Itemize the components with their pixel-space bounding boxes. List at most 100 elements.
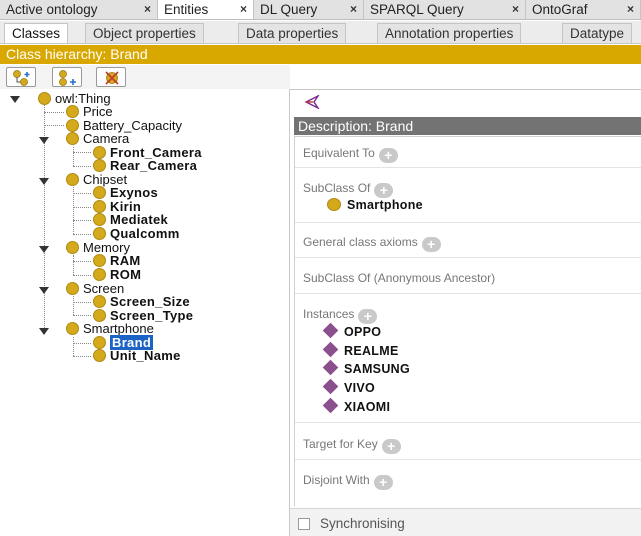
section-divider	[295, 422, 641, 423]
tree-connector	[73, 302, 91, 303]
tree-connector	[73, 315, 91, 316]
tab-active-ontology[interactable]: Active ontology ×	[0, 0, 158, 19]
close-icon[interactable]: ×	[240, 0, 247, 19]
individual-icon	[322, 397, 339, 414]
subtab-data-properties[interactable]: Data properties	[238, 23, 347, 43]
tree-connector	[73, 343, 91, 344]
section-divider	[295, 293, 641, 294]
delete-class-icon	[105, 71, 119, 85]
close-icon[interactable]: ×	[627, 0, 634, 19]
expand-toggle-icon[interactable]	[39, 328, 49, 335]
instance-realme[interactable]: REALME	[322, 341, 399, 358]
close-icon[interactable]: ×	[144, 0, 151, 19]
class-icon	[93, 227, 106, 240]
instances-section: Instances +	[303, 307, 378, 324]
tree-node-mediatek[interactable]: Mediatek	[93, 213, 168, 227]
synchronising-label: Synchronising	[320, 516, 405, 531]
tree-connector	[44, 112, 64, 113]
class-hierarchy-header: Class hierarchy: Brand	[0, 45, 641, 64]
tab-ontograf[interactable]: OntoGraf ×	[526, 0, 641, 19]
add-disjoint-button[interactable]: +	[373, 475, 393, 490]
subtab-annotation-properties[interactable]: Annotation properties	[377, 23, 522, 43]
class-icon	[38, 92, 51, 105]
class-icon	[66, 132, 79, 145]
add-key-button[interactable]: +	[381, 439, 401, 454]
expand-toggle-icon[interactable]	[39, 178, 49, 185]
expand-toggle-icon[interactable]	[39, 287, 49, 294]
close-icon[interactable]: ×	[512, 0, 519, 19]
class-icon	[93, 159, 106, 172]
add-instance-button[interactable]: +	[358, 309, 378, 324]
add-equivalent-button[interactable]: +	[378, 148, 398, 163]
individual-icon	[322, 359, 339, 376]
tree-connector	[73, 193, 91, 194]
equivalent-to-section: Equivalent To +	[303, 146, 398, 163]
subclass-entry-smartphone[interactable]: Smartphone	[327, 198, 423, 212]
tree-connector	[73, 234, 91, 235]
tree-connector	[73, 166, 91, 167]
add-sibling-icon	[59, 70, 76, 86]
tree-node-qualcomm[interactable]: Qualcomm	[93, 227, 180, 241]
delete-class-button[interactable]	[96, 67, 126, 87]
tree-connector	[44, 101, 45, 334]
tree-node-unit-name[interactable]: Unit_Name	[93, 349, 181, 363]
tab-dl-query[interactable]: DL Query ×	[254, 0, 364, 19]
individual-icon	[322, 341, 339, 358]
workspace-tab-bar: Active ontology × Entities × DL Query × …	[0, 0, 641, 20]
hierarchy-toolbar	[0, 65, 290, 89]
instance-oppo[interactable]: OPPO	[322, 322, 381, 339]
class-icon	[93, 349, 106, 362]
tree-node-price[interactable]: Price	[66, 105, 113, 119]
add-superclass-button[interactable]: +	[374, 183, 394, 198]
instance-samsung[interactable]: SAMSUNG	[322, 359, 410, 376]
synchronising-checkbox[interactable]	[298, 518, 310, 530]
target-for-key-section: Target for Key +	[303, 437, 401, 454]
general-class-axioms-section: General class axioms +	[303, 235, 441, 252]
instance-vivo[interactable]: VIVO	[322, 378, 375, 395]
tab-label: Active ontology	[6, 2, 98, 17]
tree-node-exynos[interactable]: Exynos	[93, 186, 158, 200]
tree-node-rom[interactable]: ROM	[93, 268, 141, 282]
view-pin-icon[interactable]	[304, 95, 322, 109]
individual-icon	[322, 378, 339, 395]
class-tree: owl:Thing Price Battery_Capacity Camera …	[0, 89, 290, 536]
class-icon	[66, 173, 79, 186]
description-view-bar	[290, 90, 641, 116]
tree-connector	[73, 296, 74, 315]
expand-toggle-icon[interactable]	[10, 96, 20, 103]
expand-toggle-icon[interactable]	[39, 246, 49, 253]
tree-connector	[73, 187, 74, 234]
tree-node-screen-size[interactable]: Screen_Size	[93, 295, 190, 309]
expand-toggle-icon[interactable]	[39, 137, 49, 144]
class-icon	[66, 241, 79, 254]
tab-sparql-query[interactable]: SPARQL Query ×	[364, 0, 526, 19]
class-icon	[93, 336, 106, 349]
tree-connector	[73, 261, 91, 262]
add-general-axiom-button[interactable]: +	[421, 237, 441, 252]
tree-node-camera[interactable]: Camera	[66, 132, 129, 146]
close-icon[interactable]: ×	[350, 0, 357, 19]
description-header: Description: Brand	[294, 117, 641, 135]
subtab-classes[interactable]: Classes	[4, 23, 69, 43]
class-icon	[66, 322, 79, 335]
instance-xiaomi[interactable]: XIAOMI	[322, 397, 390, 414]
tree-connector	[73, 147, 74, 166]
subtab-object-properties[interactable]: Object properties	[85, 23, 204, 43]
tab-label: OntoGraf	[532, 2, 588, 17]
add-sibling-button[interactable]	[52, 67, 82, 87]
tree-connector	[44, 125, 64, 126]
class-icon	[93, 295, 106, 308]
tree-node-rear-camera[interactable]: Rear_Camera	[93, 159, 197, 173]
tab-entities[interactable]: Entities ×	[158, 0, 254, 19]
tree-connector	[73, 275, 91, 276]
subclass-of-section: SubClass Of +	[303, 181, 394, 198]
tree-connector	[73, 152, 91, 153]
class-icon	[327, 198, 341, 211]
add-subclass-icon	[13, 70, 30, 86]
subtab-datatypes[interactable]: Datatype	[562, 23, 633, 43]
tree-node-ram[interactable]: RAM	[93, 254, 141, 268]
tree-node-smartphone[interactable]: Smartphone	[66, 322, 154, 336]
tree-connector	[73, 207, 91, 208]
tab-label: SPARQL Query	[370, 2, 464, 17]
add-subclass-button[interactable]	[6, 67, 36, 87]
